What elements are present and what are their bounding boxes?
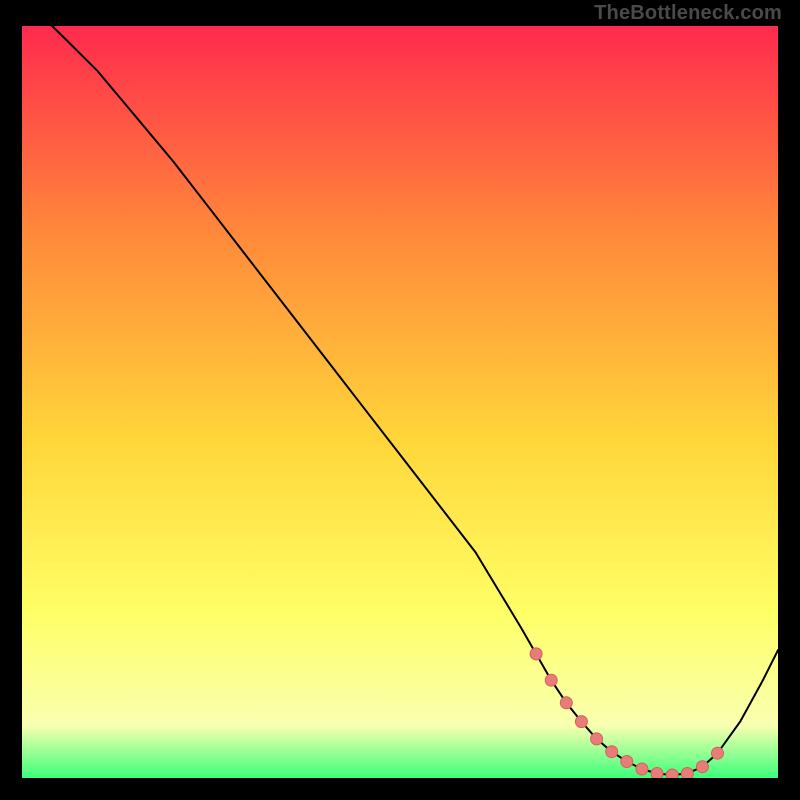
highlight-marker [696,761,708,773]
highlight-marker [666,769,678,778]
plot-area [22,26,778,778]
highlight-marker [712,747,724,759]
highlight-marker [636,763,648,775]
highlight-marker [560,697,572,709]
highlight-marker [591,733,603,745]
highlight-marker [530,648,542,660]
highlight-marker [575,716,587,728]
highlight-marker [545,674,557,686]
bottleneck-chart-svg [22,26,778,778]
gradient-background [22,26,778,778]
chart-frame: TheBottleneck.com [0,0,800,800]
highlight-marker [651,768,663,779]
highlight-marker [606,746,618,758]
highlight-marker [621,756,633,768]
highlight-marker [681,768,693,779]
watermark-text: TheBottleneck.com [594,2,782,25]
